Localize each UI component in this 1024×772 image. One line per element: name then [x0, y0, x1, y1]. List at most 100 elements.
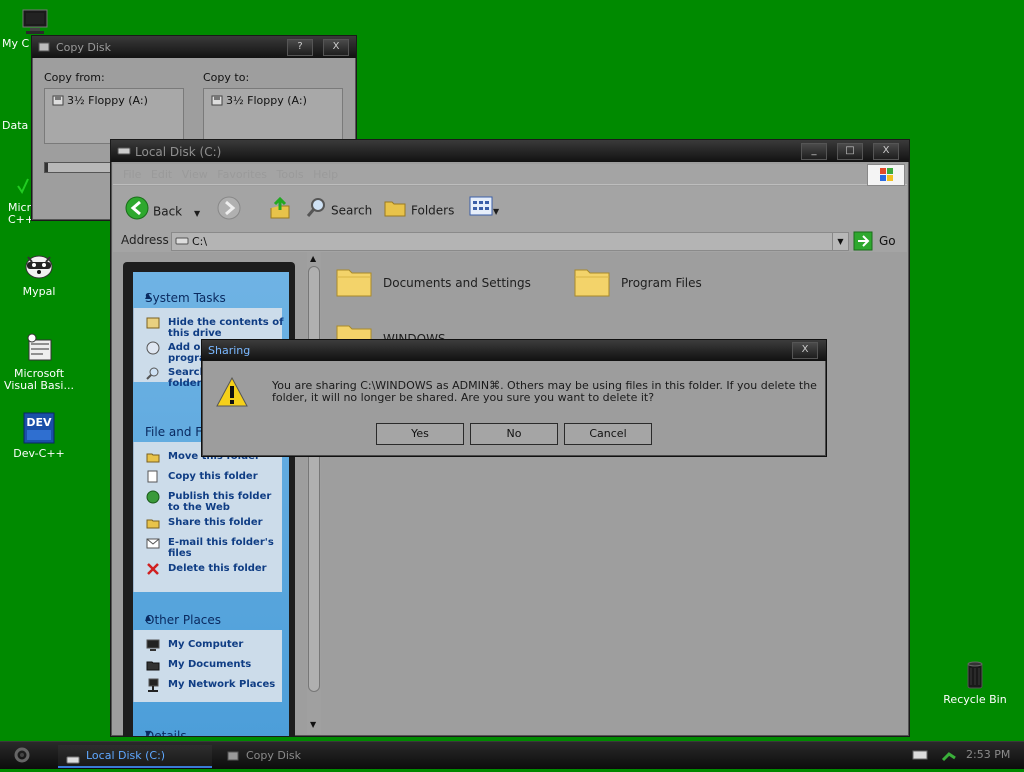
up-folder-icon [269, 196, 291, 228]
address-dropdown-icon[interactable]: ▼ [832, 233, 848, 250]
toolbar: Back ▼ Search Folders ▼ [113, 186, 907, 231]
copy-disk-help-button[interactable]: ? [287, 39, 313, 56]
back-arrow-icon [125, 196, 149, 228]
drive-icon [175, 236, 189, 246]
system-tasks-header[interactable]: System Tasks ▲ [133, 286, 289, 308]
copy-to-list[interactable]: 3½ Floppy (A:) [203, 88, 343, 144]
copy-to-label: Copy to: [203, 71, 250, 84]
delete-x-icon [146, 562, 160, 576]
desktop-icon-label: Data [2, 119, 29, 132]
taskbar-item-label: Local Disk (C:) [86, 749, 166, 762]
cancel-button[interactable]: Cancel [564, 423, 652, 445]
search-label: Search [331, 203, 373, 218]
task-pane: System Tasks ▲ Hide the contents of this… [123, 262, 295, 736]
forward-arrow-icon [217, 196, 241, 228]
forward-button[interactable] [217, 196, 245, 220]
start-button[interactable] [2, 744, 50, 766]
yes-button[interactable]: Yes [376, 423, 464, 445]
details-header[interactable]: Details ▼ [133, 724, 289, 736]
sharing-dialog: Sharing X You are sharing C:\WINDOWS as … [201, 339, 827, 457]
warning-icon [216, 376, 248, 408]
recycle-bin-icon [959, 658, 991, 690]
address-label: Address [121, 233, 169, 247]
visual-basic-icon [23, 332, 55, 364]
views-button[interactable]: ▼ [469, 196, 499, 220]
close-button[interactable]: X [873, 143, 899, 160]
go-arrow-icon [853, 231, 873, 251]
folders-icon [383, 196, 407, 226]
taskbar-item-label: Copy Disk [246, 749, 302, 762]
taskbar-item-copy-disk[interactable]: Copy Disk [220, 745, 374, 766]
other-places-body: My Computer My Documents My Network Plac… [133, 630, 282, 702]
desktop-icon-label: My C [2, 37, 30, 50]
scroll-thumb[interactable] [308, 266, 320, 692]
up-folder-button[interactable] [269, 196, 295, 220]
explorer-titlebar[interactable]: Local Disk (C:) _ □ X [111, 140, 909, 162]
taskbar: Local Disk (C:) Copy Disk 2:53 PM [0, 741, 1024, 769]
sharing-close-button[interactable]: X [792, 342, 818, 359]
back-dropdown-icon[interactable]: ▼ [194, 209, 200, 218]
desktop-icon-recycle-bin[interactable]: Recycle Bin [932, 658, 1018, 706]
copy-to-item[interactable]: 3½ Floppy (A:) [226, 94, 307, 107]
other-places-header[interactable]: Other Places ▲ [133, 608, 289, 630]
desktop-icon-label: Microsoft Visual Basi... [4, 367, 74, 392]
copy-disk-titlebar[interactable]: Copy Disk ? X [32, 36, 356, 58]
menu-bar[interactable]: File Edit View Favorites Tools Help [113, 164, 907, 186]
minimize-button[interactable]: _ [801, 143, 827, 160]
go-label: Go [879, 234, 896, 248]
drive-contents-icon [146, 316, 160, 330]
copy-progress-bar [44, 162, 112, 173]
share-folder-icon [146, 516, 160, 530]
back-button[interactable]: Back ▼ [125, 196, 200, 220]
no-button[interactable]: No [470, 423, 558, 445]
collapse-icon[interactable]: ▲ [145, 613, 279, 622]
expand-icon[interactable]: ▼ [145, 729, 279, 736]
views-dropdown-icon: ▼ [493, 206, 500, 216]
views-icon [469, 196, 493, 224]
address-value: C:\ [192, 235, 208, 248]
sharing-message: You are sharing C:\WINDOWS as ADMIN⌘. Ot… [272, 379, 817, 404]
floppy-icon [51, 93, 65, 107]
copy-from-list[interactable]: 3½ Floppy (A:) [44, 88, 184, 144]
windows-logo-icon [867, 164, 905, 186]
network-tray-icon[interactable] [940, 746, 958, 764]
maximize-button[interactable]: □ [837, 143, 863, 160]
sharing-title: Sharing [208, 344, 251, 357]
copy-from-label: Copy from: [44, 71, 105, 84]
my-computer-icon [146, 638, 160, 652]
email-icon [146, 536, 160, 550]
programs-icon [146, 341, 160, 355]
scroll-up-arrow-icon[interactable]: ▲ [310, 254, 316, 263]
my-documents-icon [146, 658, 160, 672]
move-folder-icon [146, 450, 160, 464]
desktop-icon-label: Mypal [22, 285, 56, 298]
scroll-down-arrow-icon[interactable]: ▼ [310, 720, 316, 729]
desktop-icon-dev-cpp[interactable]: DEV Dev-C++ [0, 412, 82, 460]
taskbar-item-local-disk[interactable]: Local Disk (C:) [58, 745, 212, 768]
collapse-icon[interactable]: ▲ [145, 291, 279, 300]
copy-disk-icon [38, 41, 50, 53]
svg-text:DEV: DEV [26, 416, 52, 429]
keyboard-icon[interactable] [912, 750, 928, 760]
clock[interactable]: 2:53 PM [966, 748, 1010, 761]
menu-bar-text[interactable]: File Edit View Favorites Tools Help [123, 168, 338, 181]
mypal-icon [23, 250, 55, 282]
vertical-scrollbar[interactable]: ▲ ▼ [307, 252, 321, 734]
copy-disk-title: Copy Disk [56, 41, 112, 54]
desktop-icon-label: Recycle Bin [943, 693, 1007, 706]
search-button[interactable]: Search [305, 196, 372, 220]
dev-cpp-icon: DEV [23, 412, 55, 444]
sharing-titlebar[interactable]: Sharing X [202, 340, 826, 361]
globe-icon [146, 490, 160, 504]
folders-button[interactable]: Folders [383, 196, 454, 220]
desktop-icon-visual-basic[interactable]: Microsoft Visual Basi... [0, 332, 82, 392]
folder-label: Documents and Settings [383, 276, 531, 290]
copy-from-item[interactable]: 3½ Floppy (A:) [67, 94, 148, 107]
address-input[interactable]: C:\ ▼ [171, 232, 849, 251]
copy-disk-close-button[interactable]: X [323, 39, 349, 56]
copy-disk-icon [226, 749, 240, 763]
search-icon [146, 366, 160, 380]
drive-icon [66, 751, 80, 764]
address-bar: Address C:\ ▼ Go [113, 230, 907, 252]
desktop-icon-mypal[interactable]: Mypal [0, 250, 82, 298]
